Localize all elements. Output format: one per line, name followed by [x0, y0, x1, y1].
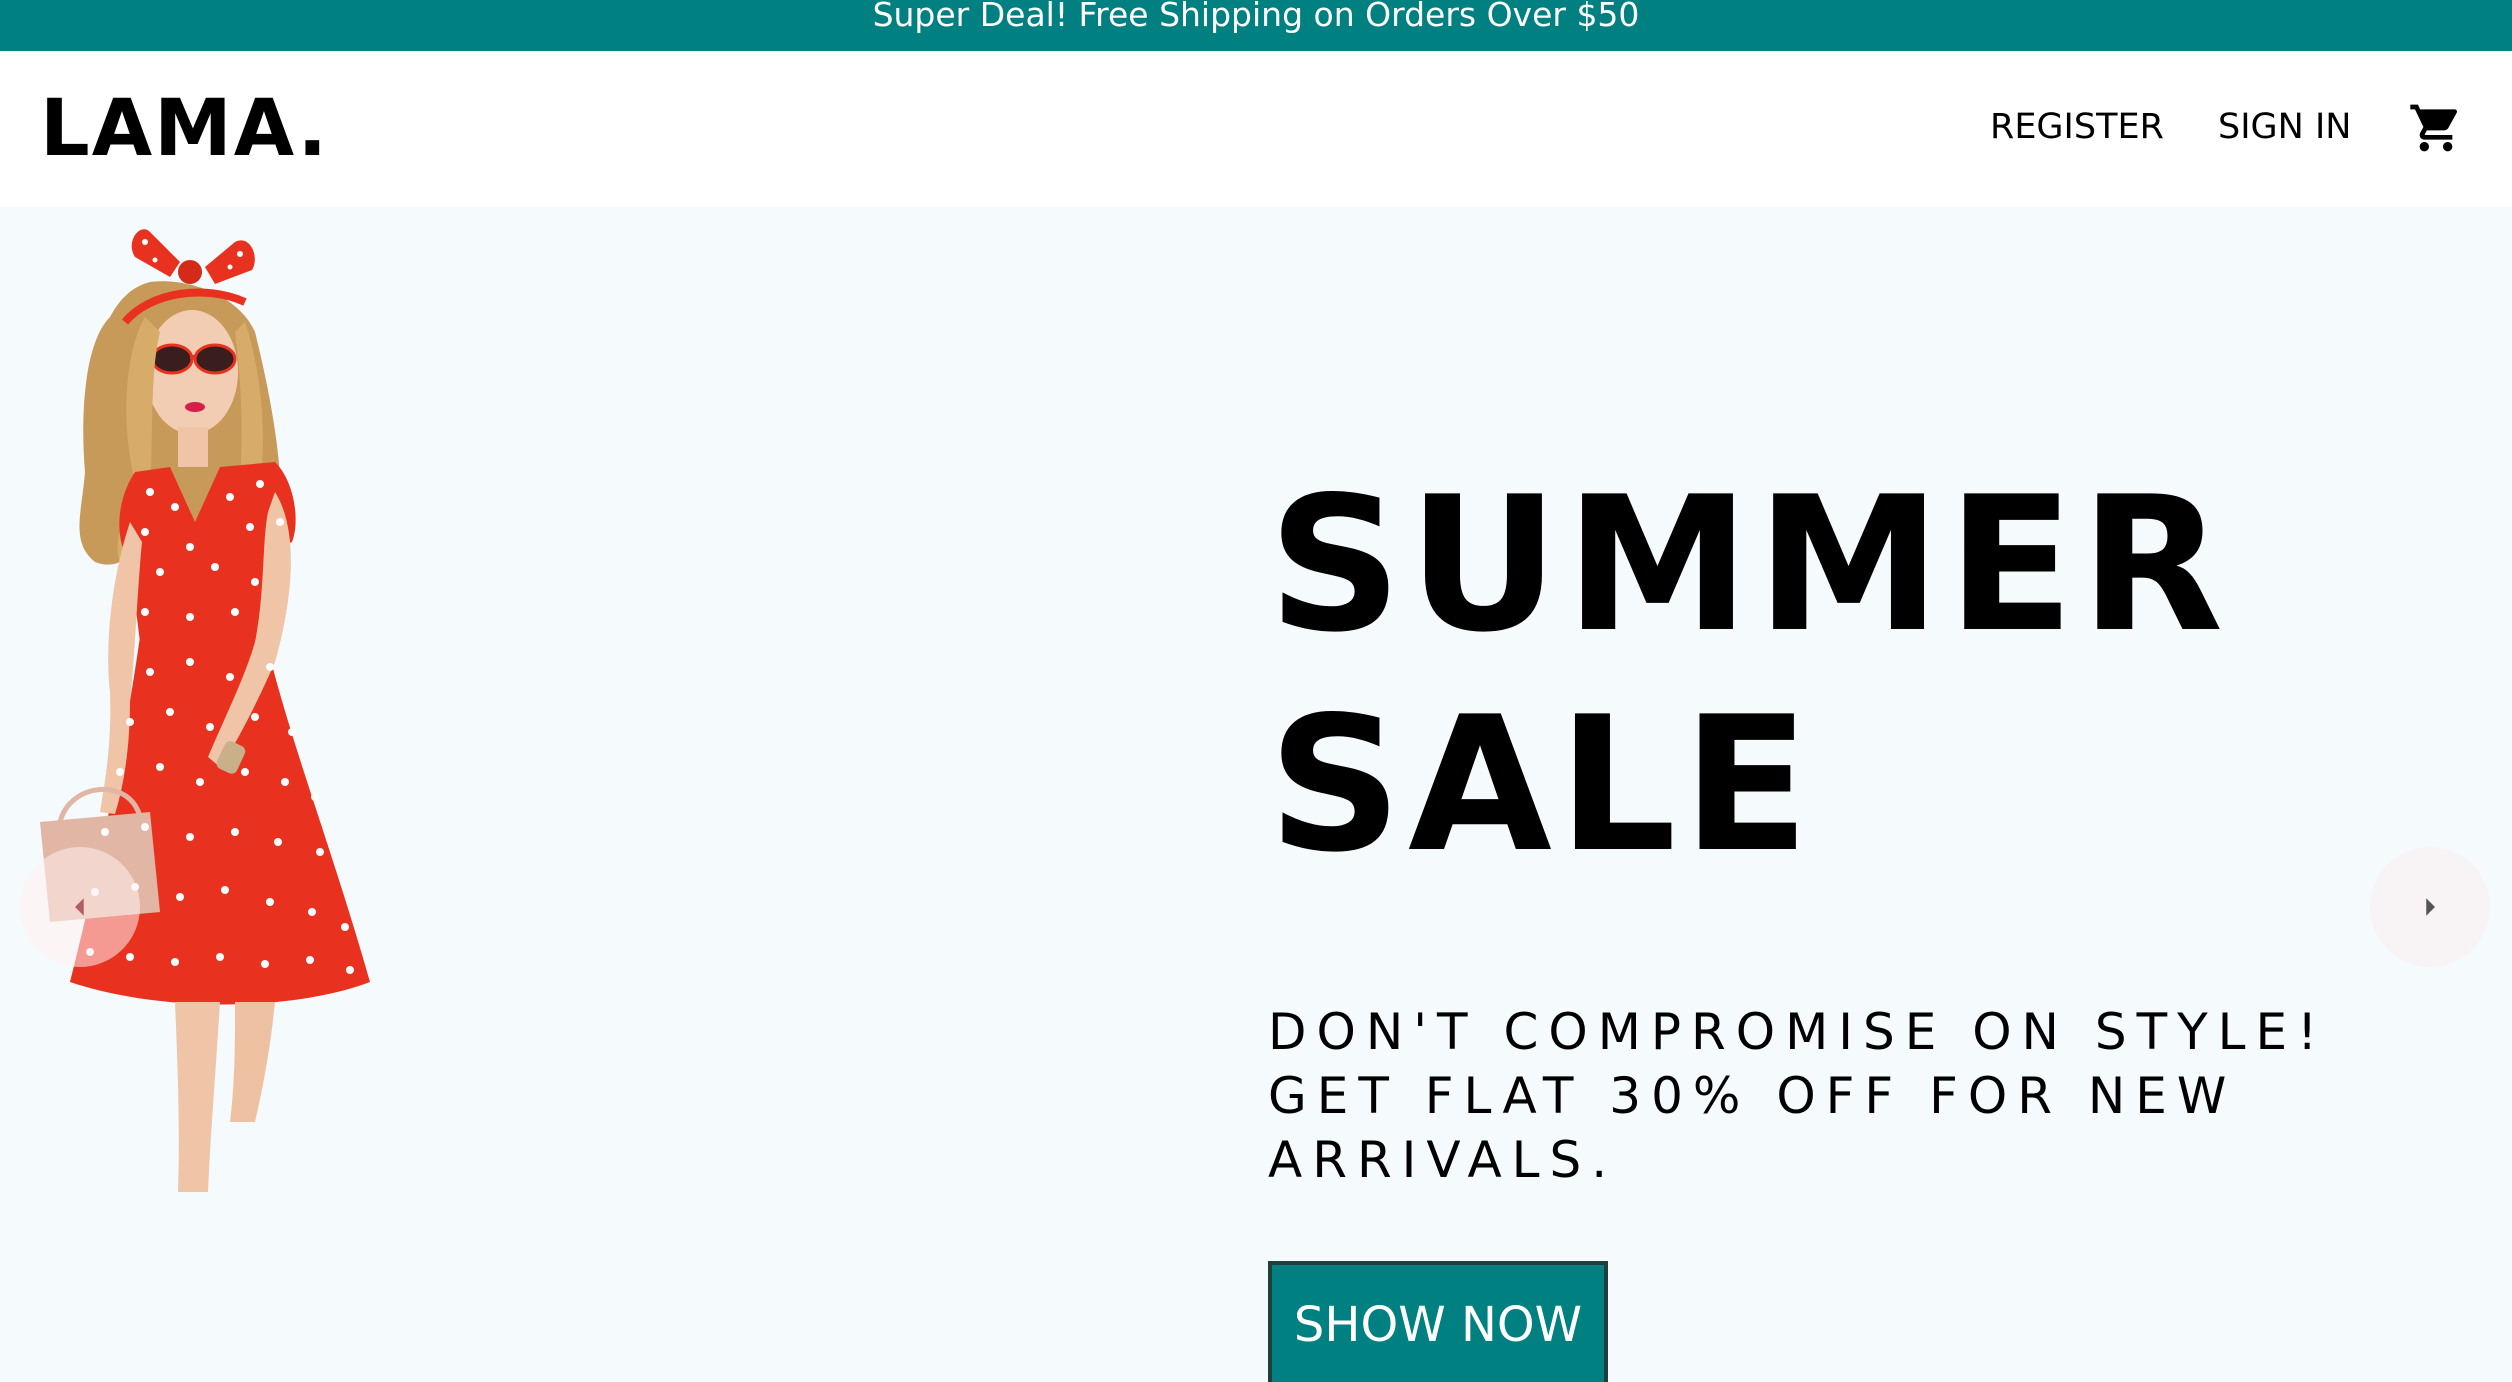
hero-title-line1: SUMMER — [1268, 456, 2230, 673]
hero-title-line2: SALE — [1268, 676, 1816, 893]
announcement-text: Super Deal! Free Shipping on Orders Over… — [872, 0, 1640, 34]
announcement-bar: Super Deal! Free Shipping on Orders Over… — [0, 0, 2512, 51]
slider-next-button[interactable] — [2370, 847, 2490, 967]
shopping-cart-icon[interactable] — [2408, 100, 2464, 156]
logo[interactable]: LAMA. — [40, 87, 329, 171]
hero-description: DON'T COMPROMISE ON STYLE! GET FLAT 30% … — [1268, 1003, 2328, 1189]
arrow-right-icon — [2426, 898, 2435, 916]
arrow-left-icon — [75, 898, 84, 916]
hero-slider: SUMMER SALE DON'T COMPROMISE ON STYLE! G… — [0, 207, 2512, 1382]
hero-title: SUMMER SALE — [1268, 455, 2268, 895]
navbar: LAMA. REGISTER SIGN IN — [0, 51, 2512, 207]
slider-prev-button[interactable] — [20, 847, 140, 967]
show-now-button[interactable]: SHOW NOW — [1268, 1261, 1608, 1382]
model-image — [40, 229, 370, 1192]
sign-in-link[interactable]: SIGN IN — [2218, 107, 2351, 147]
register-link[interactable]: REGISTER — [1990, 107, 2164, 147]
